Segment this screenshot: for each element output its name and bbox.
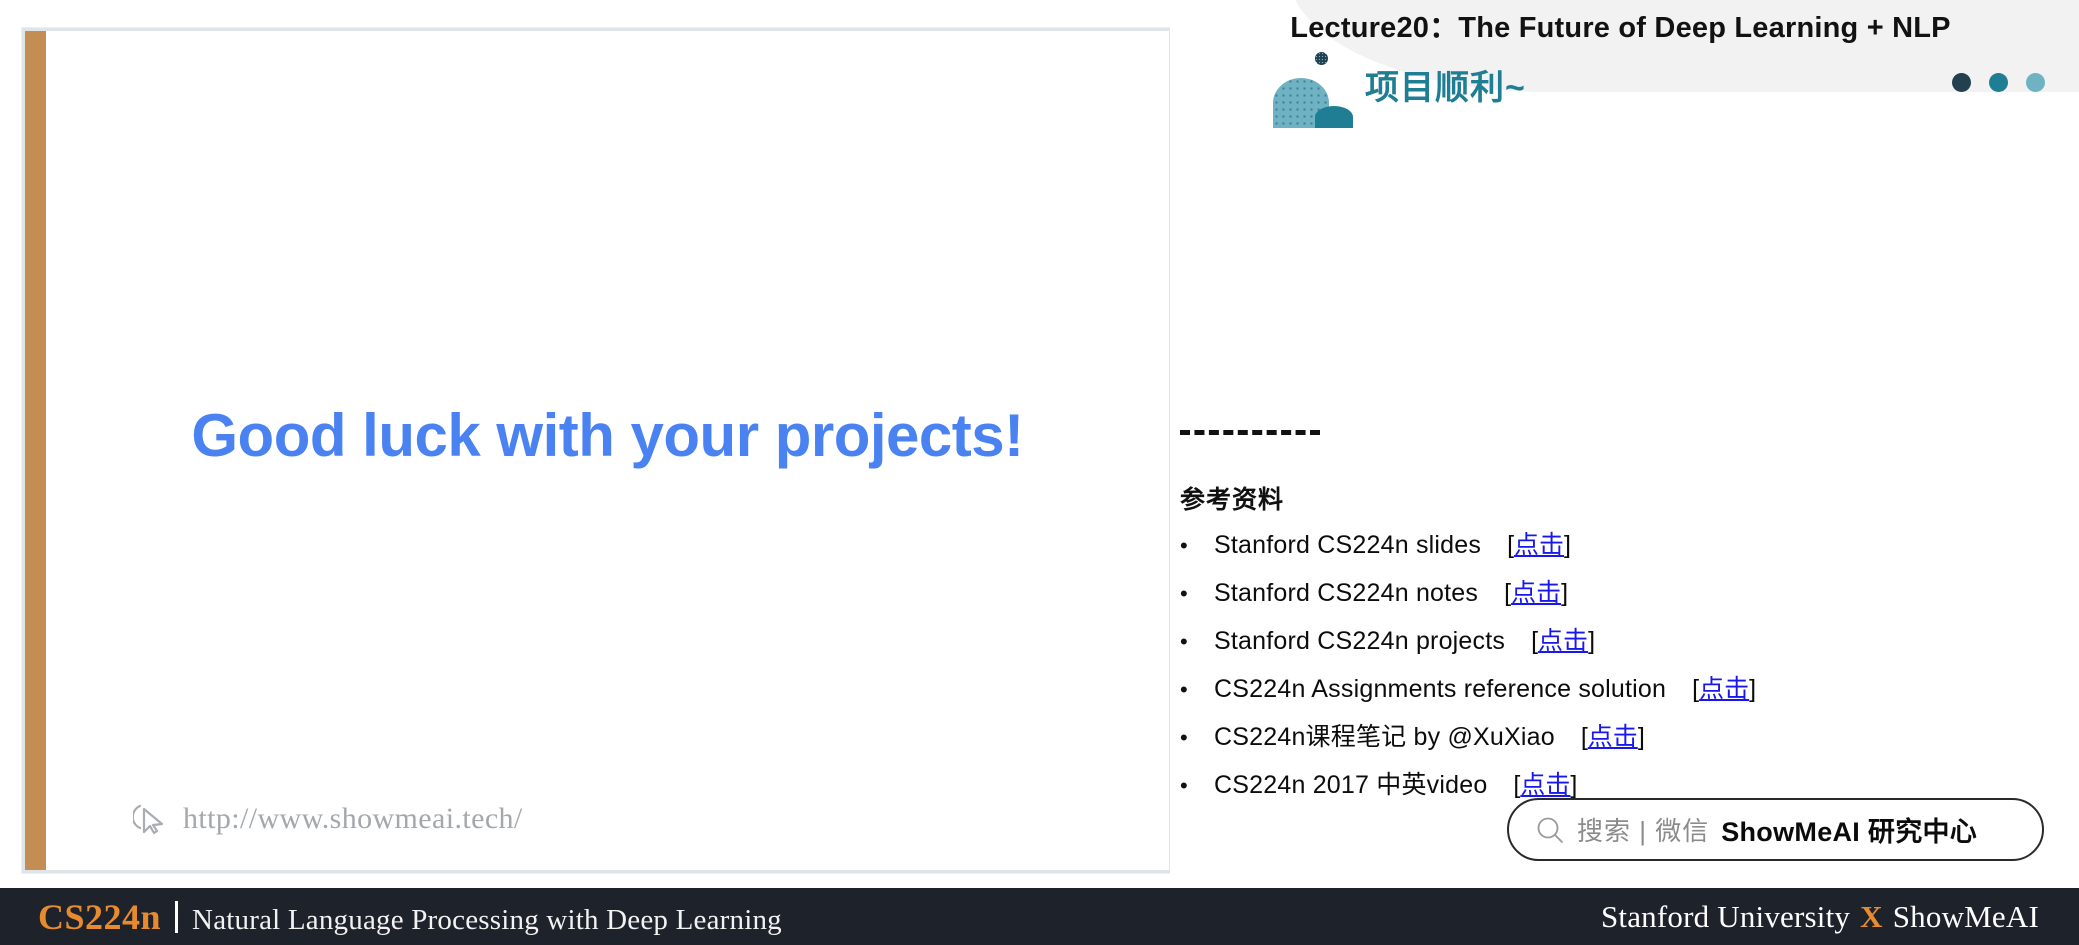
search-icon (1535, 815, 1565, 845)
dot-dark-icon (1952, 73, 1971, 92)
slide-accent-bar (25, 31, 46, 870)
footer-bar: CS224n Natural Language Processing with … (0, 888, 2079, 945)
dot-light-teal-icon (2026, 73, 2045, 92)
footer-course-info: CS224n Natural Language Processing with … (38, 896, 782, 938)
reference-label: CS224n课程笔记 by @XuXiao (1214, 723, 1555, 751)
bracket-close: ] (1749, 675, 1757, 703)
bracket-open: [ (1507, 531, 1515, 559)
reference-link[interactable]: 点击 (1514, 531, 1564, 559)
reference-link[interactable]: 点击 (1538, 627, 1588, 655)
decorative-dots (1952, 73, 2045, 92)
footer-credit-right: ShowMeAI (1892, 898, 2039, 934)
footer-credit-x: X (1860, 898, 1883, 934)
bracket-close: ] (1637, 723, 1645, 751)
reference-link-wrap: [点击] (1692, 669, 1756, 705)
logo-small-arc-icon (1315, 106, 1353, 128)
showmeai-logo-mark-icon (1273, 52, 1357, 128)
section-divider (1180, 430, 1320, 435)
slide-title-area: Good luck with your projects! (46, 31, 1169, 870)
reference-link-wrap: [点击] (1513, 765, 1577, 801)
reference-link[interactable]: 点击 (1511, 579, 1561, 607)
reference-link-wrap: [点击] (1504, 573, 1568, 609)
reference-label: Stanford CS224n projects (1214, 627, 1506, 655)
footer-course-name: Natural Language Processing with Deep Le… (192, 903, 782, 936)
bracket-open: [ (1580, 723, 1588, 751)
logo-dot-icon (1315, 52, 1328, 65)
search-input[interactable]: 搜索 | 微信 (1577, 811, 1709, 848)
slide-watermark: http://www.showmeai.tech/ (131, 802, 523, 836)
search-brand-label: ShowMeAI 研究中心 (1721, 817, 1978, 847)
reference-label: CS224n 2017 中英video (1214, 771, 1488, 799)
bullet-icon: • (1180, 677, 1188, 702)
presentation-viewer: Good luck with your projects! http://www… (0, 0, 2079, 945)
list-item: • Stanford CS224n slides [点击] (1180, 525, 2060, 573)
bracket-close: ] (1588, 627, 1596, 655)
references-heading: 参考资料 (1180, 486, 1285, 514)
slide-content: Good luck with your projects! http://www… (25, 31, 1169, 870)
list-item: • CS224n Assignments reference solution … (1180, 669, 2060, 717)
reference-link-wrap: [点击] (1507, 525, 1571, 561)
reference-link[interactable]: 点击 (1588, 723, 1638, 751)
list-item: • CS224n课程笔记 by @XuXiao [点击] (1180, 717, 2060, 765)
dot-teal-icon (1989, 73, 2008, 92)
reference-link[interactable]: 点击 (1520, 771, 1570, 799)
reference-link-wrap: [点击] (1581, 717, 1645, 753)
reference-label: CS224n Assignments reference solution (1214, 675, 1667, 703)
watermark-url: http://www.showmeai.tech/ (183, 802, 523, 835)
reference-link[interactable]: 点击 (1699, 675, 1749, 703)
bracket-close: ] (1564, 531, 1571, 559)
notes-panel: Lecture20：The Future of Deep Learning + … (1170, 0, 2079, 888)
search-bar[interactable]: 搜索 | 微信 ShowMeAI 研究中心 (1507, 798, 2044, 861)
bullet-icon: • (1180, 533, 1188, 558)
footer-divider (175, 900, 179, 933)
footer-credits: Stanford University X ShowMeAI (1601, 899, 2039, 935)
panel-heading: 项目顺利~ (1365, 69, 1526, 107)
reference-link-wrap: [点击] (1531, 621, 1595, 657)
bullet-icon: • (1180, 773, 1188, 798)
bracket-close: ] (1561, 579, 1569, 607)
reference-label: Stanford CS224n notes (1214, 579, 1479, 607)
lecture-title: Lecture20：The Future of Deep Learning + … (1290, 12, 1951, 44)
panel-heading-block: 项目顺利~ (1273, 52, 1693, 140)
reference-label: Stanford CS224n slides (1214, 531, 1482, 559)
list-item: • Stanford CS224n notes [点击] (1180, 573, 2060, 621)
list-item: • Stanford CS224n projects [点击] (1180, 621, 2060, 669)
bullet-icon: • (1180, 725, 1188, 750)
footer-credit-left: Stanford University (1600, 898, 1851, 934)
cursor-icon (131, 802, 167, 836)
bullet-icon: • (1180, 581, 1188, 606)
slide-title: Good luck with your projects! (191, 402, 1024, 469)
bracket-close: ] (1570, 771, 1578, 799)
bracket-open: [ (1531, 627, 1539, 655)
references-list: • Stanford CS224n slides [点击] • Stanford… (1180, 525, 2060, 813)
footer-course-code: CS224n (38, 896, 162, 937)
bullet-icon: • (1180, 629, 1188, 654)
slide-canvas[interactable]: Good luck with your projects! http://www… (22, 28, 1172, 873)
